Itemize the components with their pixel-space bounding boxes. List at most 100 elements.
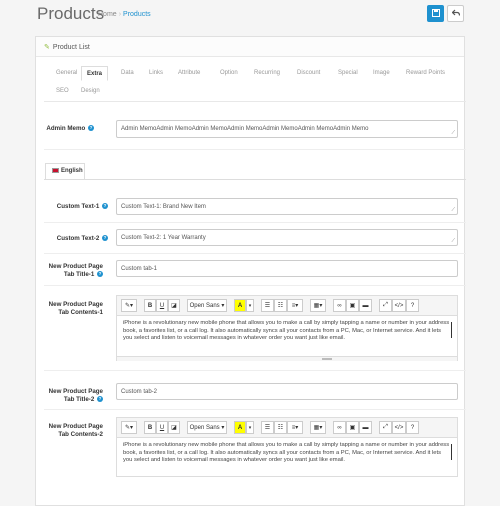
resize-handle-icon[interactable]: ⟋	[451, 238, 455, 244]
tabs-divider	[44, 101, 466, 102]
resize-handle-icon[interactable]: ⟋	[451, 207, 455, 213]
bold-button[interactable]: B	[144, 421, 156, 434]
row-divider	[44, 285, 466, 286]
resize-handle-icon[interactable]: ⟋	[451, 130, 455, 136]
font-color-button[interactable]: A	[234, 299, 246, 312]
help-button[interactable]: ?	[406, 299, 419, 312]
row-divider	[44, 222, 466, 223]
reply-icon	[451, 9, 460, 19]
text-caret	[451, 444, 452, 460]
table-icon[interactable]: ▦▾	[310, 421, 326, 434]
help-button[interactable]: ?	[406, 421, 419, 434]
row-divider	[44, 409, 466, 410]
video-icon[interactable]: ▬	[359, 299, 372, 312]
image-icon[interactable]: ▣	[346, 299, 359, 312]
eraser-icon[interactable]: ◪	[168, 421, 180, 434]
pencil-icon: ✎	[44, 44, 50, 51]
tab-contents-1-label: New Product Page Tab Contents-1	[48, 301, 103, 316]
bold-button[interactable]: B	[144, 299, 156, 312]
code-view-button[interactable]: </>	[392, 299, 406, 312]
font-color-button[interactable]: A	[234, 421, 246, 434]
grip-icon	[322, 358, 332, 360]
code-view-button[interactable]: </>	[392, 421, 406, 434]
tab-contents-2-label: New Product Page Tab Contents-2	[48, 423, 103, 438]
tab-general[interactable]: General	[51, 66, 82, 81]
custom-text-1-label: Custom Text-1 ?	[56, 203, 108, 210]
help-icon[interactable]: ?	[102, 235, 108, 242]
back-button[interactable]	[447, 5, 464, 22]
unordered-list-icon[interactable]: ☰	[261, 299, 274, 312]
image-icon[interactable]: ▣	[346, 421, 359, 434]
help-icon[interactable]: ?	[102, 203, 108, 210]
tab-data[interactable]: Data	[116, 66, 139, 81]
text-caret	[451, 322, 452, 338]
video-icon[interactable]: ▬	[359, 421, 372, 434]
breadcrumb: Home › Products	[98, 11, 151, 18]
tab-title-1-label: New Product Page Tab Title-1 ?	[48, 263, 103, 278]
unordered-list-icon[interactable]: ☰	[261, 421, 274, 434]
editor-toolbar: ✎▾ B U ◪ Open Sans ▾ A ▾ ☰ ☷ ≡▾ ▦▾ ∞ ▣ ▬…	[117, 296, 457, 316]
custom-text-1-field[interactable]: Custom Text-1: Brand New Item ⟋	[116, 198, 458, 215]
ordered-list-icon[interactable]: ☷	[274, 299, 287, 312]
row-divider	[44, 370, 466, 371]
tab-title-1-input[interactable]: Custom tab-1	[116, 260, 458, 277]
font-color-dropdown-icon[interactable]: ▾	[246, 299, 254, 312]
magic-wand-icon[interactable]: ✎▾	[121, 421, 137, 434]
save-icon	[431, 8, 440, 19]
admin-memo-field[interactable]: Admin MemoAdmin MemoAdmin MemoAdmin Memo…	[116, 120, 458, 138]
help-icon[interactable]: ?	[97, 396, 103, 403]
breadcrumb-home[interactable]: Home	[98, 11, 117, 18]
tab-design[interactable]: Design	[76, 84, 105, 99]
font-family-dropdown[interactable]: Open Sans ▾	[187, 421, 227, 434]
breadcrumb-products[interactable]: Products	[123, 11, 151, 18]
tab-links[interactable]: Links	[144, 66, 168, 81]
panel-heading: ✎ Product List	[36, 37, 464, 57]
fullscreen-icon[interactable]: ⤢	[379, 299, 392, 312]
table-icon[interactable]: ▦▾	[310, 299, 326, 312]
tab-discount[interactable]: Discount	[292, 66, 325, 81]
editor-content[interactable]: iPhone is a revolutionary new mobile pho…	[117, 438, 457, 476]
tab-seo[interactable]: SEO	[51, 84, 74, 99]
page-title: Products	[37, 4, 105, 23]
page-header: Products Home › Products	[0, 0, 500, 30]
font-family-dropdown[interactable]: Open Sans ▾	[187, 299, 227, 312]
paragraph-align-icon[interactable]: ≡▾	[287, 299, 303, 312]
magic-wand-icon[interactable]: ✎▾	[121, 299, 137, 312]
editor-content[interactable]: iPhone is a revolutionary new mobile pho…	[117, 316, 457, 356]
tab-recurring[interactable]: Recurring	[249, 66, 285, 81]
paragraph-align-icon[interactable]: ≡▾	[287, 421, 303, 434]
row-divider	[44, 149, 466, 150]
custom-text-2-label: Custom Text-2 ?	[56, 235, 108, 242]
link-icon[interactable]: ∞	[333, 299, 346, 312]
editor-toolbar: ✎▾ B U ◪ Open Sans ▾ A ▾ ☰ ☷ ≡▾ ▦▾ ∞ ▣ ▬…	[117, 418, 457, 438]
admin-memo-label: Admin Memo ?	[46, 125, 94, 132]
underline-button[interactable]: U	[156, 421, 168, 434]
help-icon[interactable]: ?	[88, 125, 94, 132]
tab-contents-1-editor: ✎▾ B U ◪ Open Sans ▾ A ▾ ☰ ☷ ≡▾ ▦▾ ∞ ▣ ▬…	[116, 295, 458, 361]
tab-special[interactable]: Special	[333, 66, 363, 81]
tab-title-2-input[interactable]: Custom tab-2	[116, 383, 458, 400]
panel-title: Product List	[52, 44, 90, 51]
tab-extra[interactable]: Extra	[81, 66, 109, 81]
underline-button[interactable]: U	[156, 299, 168, 312]
save-button[interactable]	[427, 5, 444, 22]
tab-option[interactable]: Option	[215, 66, 243, 81]
link-icon[interactable]: ∞	[333, 421, 346, 434]
uk-flag-icon	[52, 168, 59, 173]
language-tab-divider	[44, 179, 466, 180]
tab-contents-2-editor: ✎▾ B U ◪ Open Sans ▾ A ▾ ☰ ☷ ≡▾ ▦▾ ∞ ▣ ▬…	[116, 417, 458, 477]
tab-reward-points[interactable]: Reward Points	[401, 66, 450, 81]
tab-title-2-label: New Product Page Tab Title-2 ?	[48, 388, 103, 403]
custom-text-2-field[interactable]: Custom Text-2: 1 Year Warranty ⟋	[116, 229, 458, 246]
language-tab-english[interactable]: English	[45, 163, 85, 179]
eraser-icon[interactable]: ◪	[168, 299, 180, 312]
font-color-dropdown-icon[interactable]: ▾	[246, 421, 254, 434]
help-icon[interactable]: ?	[97, 271, 103, 278]
ordered-list-icon[interactable]: ☷	[274, 421, 287, 434]
editor-resize-bar[interactable]	[117, 356, 457, 361]
tab-attribute[interactable]: Attribute	[173, 66, 205, 81]
tab-image[interactable]: Image	[368, 66, 395, 81]
product-form-panel: ✎ Product List General Extra Data Links A…	[35, 36, 466, 506]
row-divider	[44, 253, 466, 254]
fullscreen-icon[interactable]: ⤢	[379, 421, 392, 434]
